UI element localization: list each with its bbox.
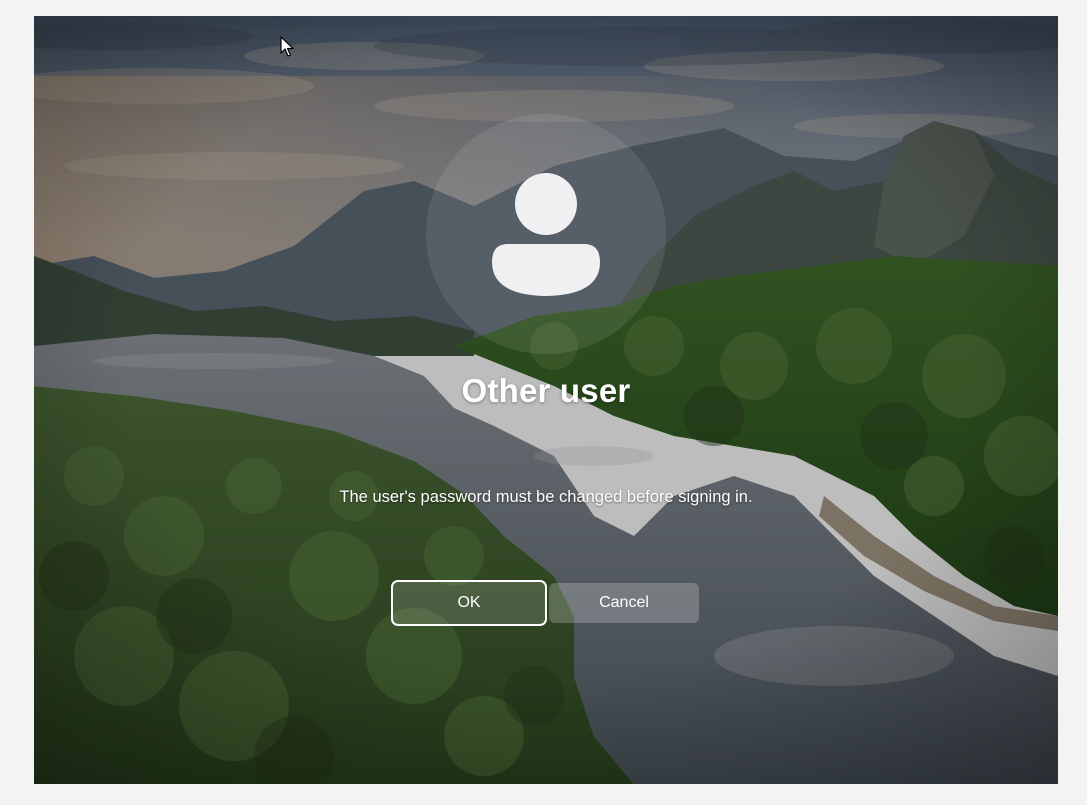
ok-button[interactable]: OK [391,580,547,626]
lock-screen: Other user The user's password must be c… [34,16,1058,784]
user-avatar-icon [492,173,600,296]
user-avatar [426,114,666,354]
cancel-button[interactable]: Cancel [549,583,699,623]
password-change-message: The user's password must be changed befo… [339,488,753,506]
mouse-pointer-icon [280,36,294,57]
user-name: Other user [461,372,631,409]
